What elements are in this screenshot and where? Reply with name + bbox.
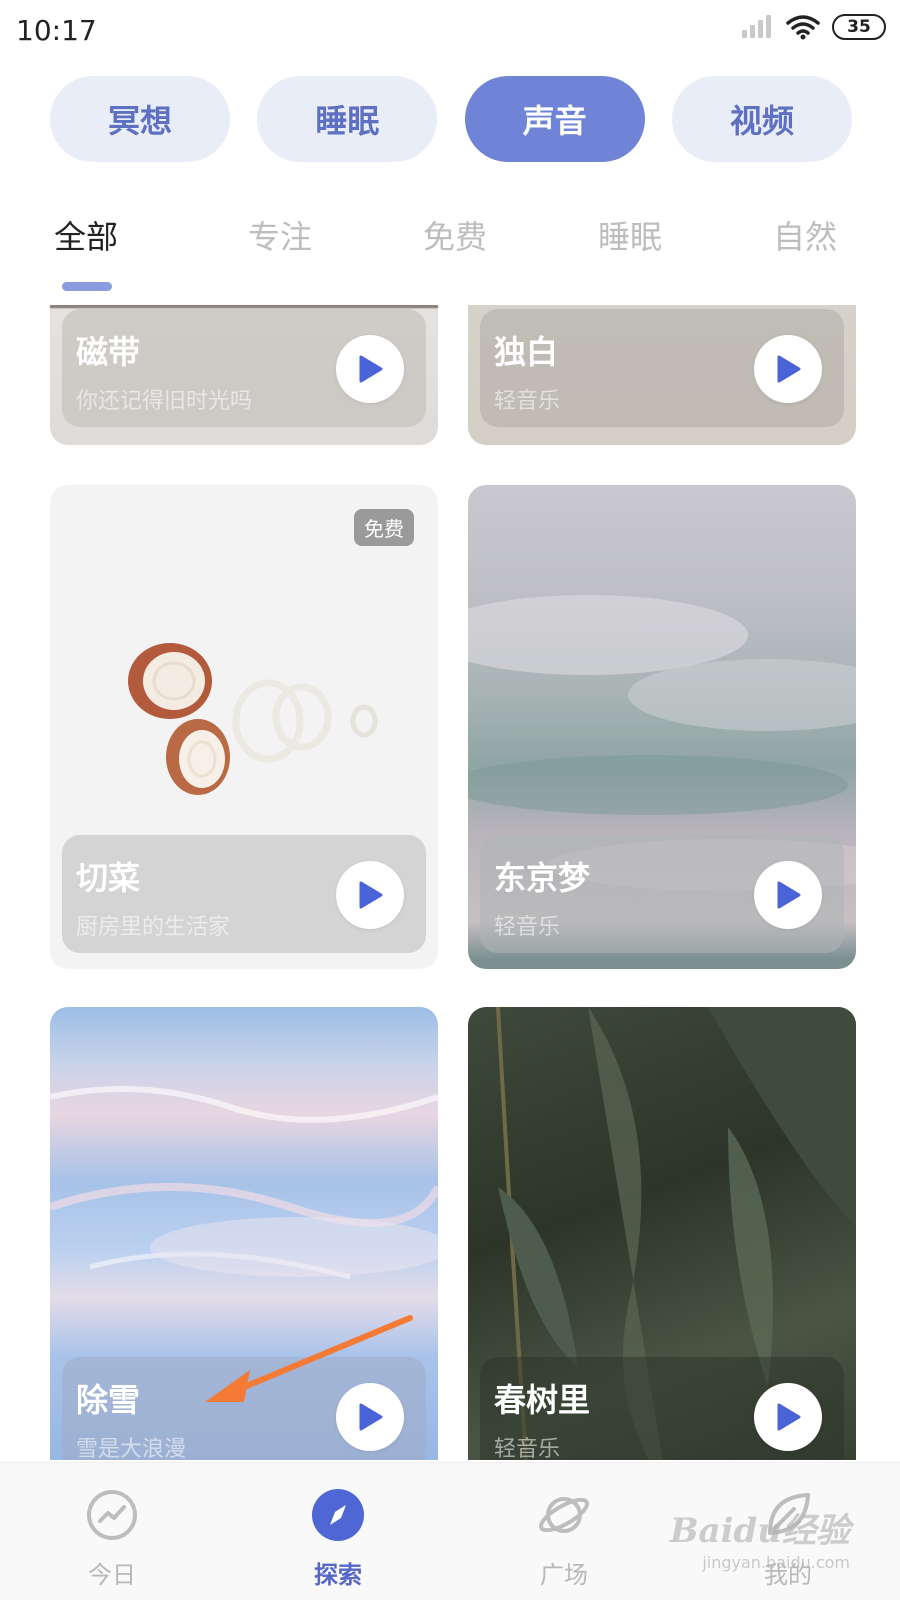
bottom-nav: 今日 探索 广场 我的 Baidu经验 jingyan.baidu.com [0,1462,900,1600]
card-subtitle: 轻音乐 [494,1437,561,1460]
compass-icon [312,1489,364,1541]
nav-label: 广场 [540,1561,588,1589]
card-info-overlay: 磁带 你还记得旧时光吗 [62,309,426,427]
nav-label: 探索 [314,1561,362,1589]
status-bar: 10:17 35 [0,0,900,64]
sound-card-snow[interactable]: 除雪 雪是大浪漫 [50,1007,438,1460]
card-title: 除雪 [76,1381,141,1419]
card-info-overlay: 春树里 轻音乐 [480,1357,844,1460]
sound-card-tape[interactable]: 磁带 你还记得旧时光吗 [50,305,438,445]
tab-free[interactable]: 免费 [380,212,530,258]
play-icon [359,881,383,909]
wifi-icon [786,15,820,40]
tab-nature[interactable]: 自然 [730,212,880,258]
play-button[interactable] [336,335,404,403]
card-subtitle: 轻音乐 [494,389,561,414]
status-time: 10:17 [16,14,97,47]
play-button[interactable] [336,1383,404,1451]
watermark-url: jingyan.baidu.com [702,1553,850,1572]
card-info-overlay: 东京梦 轻音乐 [480,835,844,953]
card-subtitle: 你还记得旧时光吗 [76,389,253,414]
card-title: 独白 [494,333,559,371]
sound-card-chopping[interactable]: 免费 切菜 厨房里的生活家 [50,485,438,969]
card-info-overlay: 独白 轻音乐 [480,309,844,427]
nav-today[interactable]: 今日 [52,1487,172,1590]
card-info-overlay: 除雪 雪是大浪漫 [62,1357,426,1460]
play-button[interactable] [754,861,822,929]
chart-icon [87,1490,137,1540]
pill-video[interactable]: 视频 [671,76,852,162]
battery-indicator: 35 [832,14,886,40]
play-icon [777,1403,801,1431]
sound-card-grid: 磁带 你还记得旧时光吗 独白 轻音乐 免费 切菜 厨房里的生活家 东京梦 轻音乐… [0,305,900,1460]
card-info-overlay: 切菜 厨房里的生活家 [62,835,426,953]
nav-label: 今日 [88,1561,136,1589]
sound-card-monologue[interactable]: 独白 轻音乐 [468,305,856,445]
pill-meditation[interactable]: 冥想 [50,76,230,162]
play-button[interactable] [336,861,404,929]
card-subtitle: 厨房里的生活家 [76,915,231,940]
card-title: 春树里 [494,1381,591,1419]
play-icon [777,355,801,383]
card-title: 东京梦 [494,859,591,897]
planet-icon [539,1497,589,1533]
tab-all[interactable]: 全部 [30,212,180,258]
signal-icon [740,14,774,40]
tab-sleep[interactable]: 睡眠 [555,212,705,258]
sound-card-spring-tree[interactable]: 春树里 轻音乐 [468,1007,856,1460]
nav-explore[interactable]: 探索 [278,1487,398,1590]
play-icon [359,1403,383,1431]
play-button[interactable] [754,1383,822,1451]
tab-indicator [62,282,112,291]
tab-focus[interactable]: 专注 [205,212,355,258]
pill-sound[interactable]: 声音 [464,76,645,162]
play-button[interactable] [754,335,822,403]
card-subtitle: 轻音乐 [494,915,561,940]
play-icon [359,355,383,383]
pill-sleep[interactable]: 睡眠 [257,76,438,162]
card-subtitle: 雪是大浪漫 [76,1437,187,1460]
card-title: 切菜 [76,859,141,897]
card-title: 磁带 [76,333,141,371]
sub-tabs: 全部 专注 免费 睡眠 自然 [30,212,880,258]
sound-card-tokyo-dream[interactable]: 东京梦 轻音乐 [468,485,856,969]
category-pills: 冥想 睡眠 声音 视频 [50,76,852,162]
play-icon [777,881,801,909]
nav-square[interactable]: 广场 [504,1487,624,1590]
watermark-logo: Baidu经验 [669,1511,850,1551]
status-icons: 35 [740,14,886,40]
